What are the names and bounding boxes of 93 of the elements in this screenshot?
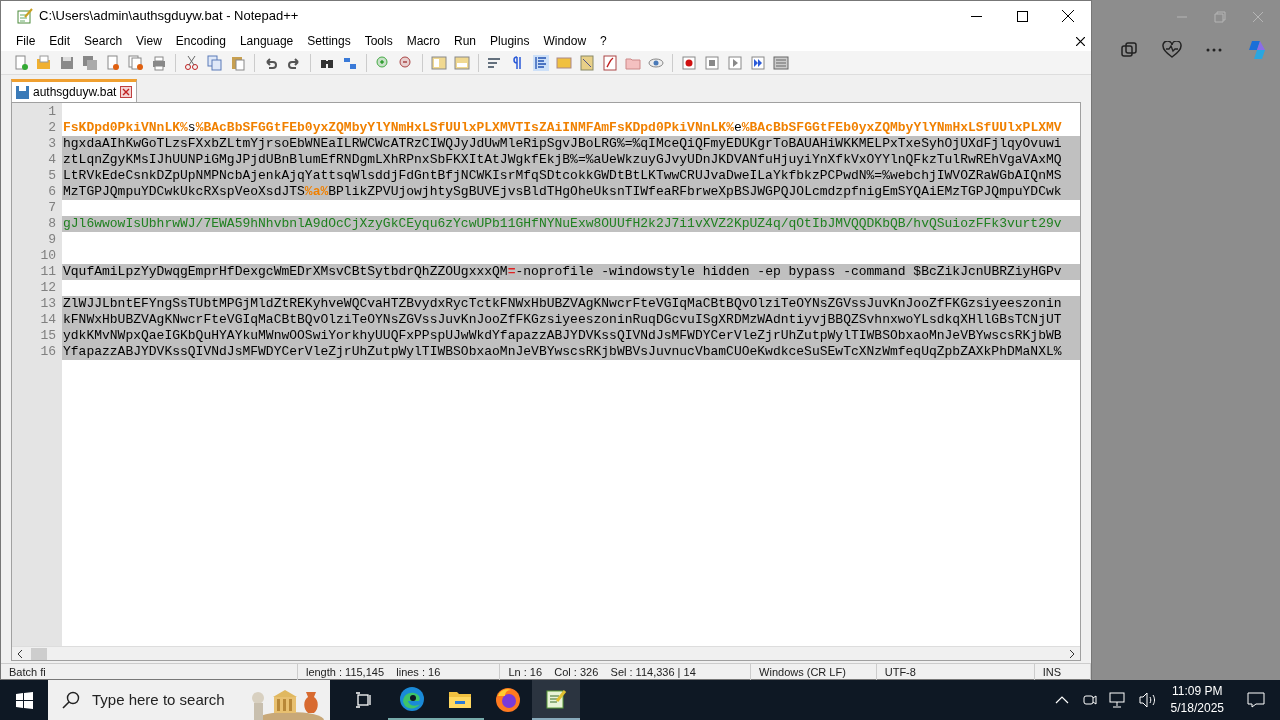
code-line: ZlWJJLbntEFYngSsTUbtMPGjMldZtREKyhveWQCvaHTZBvydxRycTctkFNWxHbUBZVAgKNwcrFteVGIqMaCBtBQvOlziTeOYNsZGVssJuvKnJooZfFKGzsiyeeszonin — [63, 296, 1062, 311]
line-number: 2 — [47, 120, 57, 136]
line-number: 14 — [39, 312, 57, 328]
maximize-icon[interactable] — [1016, 10, 1028, 22]
menu-item[interactable]: Edit — [42, 32, 78, 50]
line-number: 3 — [47, 136, 57, 152]
stop-icon[interactable] — [704, 54, 720, 71]
more-icon[interactable] — [1206, 48, 1222, 52]
status-text: Batch fi — [1, 663, 298, 680]
notification-icon[interactable] — [1247, 692, 1265, 708]
printer-icon[interactable] — [151, 54, 167, 71]
folder-icon[interactable] — [448, 689, 472, 709]
fast-forward-icon[interactable] — [750, 54, 766, 71]
code-line: ztLqnZgyKMsIJhUUNPiGMgJPjdUBnBlumEfRNDgmLXhRPnxSbFKXItAtJWgkfEkjB%=%aUeWkzuyGJvyUDnJKDVANfuHjuyiYnXfkVxOYYlnQFkzTulRwREhVgaVAxMQ — [63, 152, 1062, 167]
search-field[interactable]: Type here to search — [48, 680, 330, 720]
indent-guide-icon[interactable] — [533, 54, 549, 71]
line-number: 1 — [47, 104, 57, 120]
paste-icon[interactable] — [230, 54, 246, 71]
chevron-up-icon[interactable] — [1054, 696, 1069, 704]
new-file-icon[interactable] — [13, 54, 29, 71]
edge-icon[interactable] — [399, 686, 425, 712]
code-line: VqufAmiLpzYyDwqgEmprHfDexgcWmEDrXMsvCBtSytbdrQhZZOUgxxxQM=-noprofile -windowstyle hidden -ep bypass -command $BcZikJcnUBRZiyHGPv — [63, 264, 1062, 279]
play-icon[interactable] — [727, 54, 743, 71]
line-number: 9 — [47, 232, 57, 248]
close-file-icon[interactable] — [105, 54, 121, 71]
status-text: INS — [1034, 663, 1091, 680]
status-text: length : 115,145 lines : 16 — [297, 663, 501, 680]
menu-item[interactable]: ? — [593, 32, 614, 50]
file-tab[interactable]: authsgduyw.bat — [11, 79, 138, 102]
zoom-out-icon[interactable] — [398, 54, 414, 71]
heart-pulse-icon[interactable] — [1162, 41, 1182, 59]
code-line: MzTGPJQmpuYDCwkUkcRXspVeoXsdJTS%a%BPlikZPVUjowjhtySgBUVEjvsBldTHgOheUksnTIWfeaRFbrweXpBSJWGPQJOLcmdzpfnigEmSYQAiEMzTGPJQmpuYDCwk — [63, 184, 1062, 199]
code-line: YfapazzABJYDVKssQIVNdJsMFWDYCerVleZjrUhZutpWylTIWBSObxaoMnJeVBYwscsRKjbWBVsJuvnucVbamCUOeKwdkceSuSEwTcXNzWmfeqUqZpbZAXkPhDMaNXL% — [63, 344, 1062, 359]
scroll-left-icon[interactable] — [16, 649, 24, 658]
record-icon[interactable] — [681, 54, 697, 71]
code-line: kFNWxHbUBZVAgKNwcrFteVGIqMaCBtBQvOlziTeOYNsZGVssJuvKnJooZfFKGzsiyeeszoninRuqDGcvuISgXRDMzWAdntiyvjBBQZSvhnxwoYLsdkqXHllGBsTCNjUT — [63, 312, 1062, 327]
line-number: 12 — [39, 280, 57, 296]
close-icon[interactable] — [120, 86, 133, 98]
menu-item[interactable]: Language — [232, 32, 301, 50]
save-macro-icon[interactable] — [773, 54, 789, 71]
menu-item[interactable]: Search — [77, 32, 130, 50]
copy-icon[interactable] — [207, 54, 223, 71]
window-title: C:\Users\admin\authsgduyw.bat - Notepad++ — [39, 7, 299, 26]
code-line: gJl6wwowIsUbhrwWJ/7EWA59hNhvbnlA9dOcCjXzyGkCEyqu6zYcwUPb11GHfNYNuExw8OUUfH2k2J7i1vXVZ2KpUZ4q/qOtIbJMVQQDKbQB/hvQSuiozFFk3vurt29v — [63, 216, 1062, 231]
line-number: 5 — [47, 168, 57, 184]
clock-time[interactable]: 11:09 PM — [1172, 683, 1223, 700]
windows-logo-icon[interactable] — [15, 691, 33, 709]
line-number: 10 — [39, 248, 57, 264]
line-number: 7 — [47, 200, 57, 216]
line-number: 13 — [39, 296, 57, 312]
status-text: UTF-8 — [876, 663, 1035, 680]
network-icon[interactable] — [1108, 692, 1127, 708]
menu-item[interactable]: File — [9, 32, 43, 50]
menu-item[interactable]: Macro — [399, 32, 447, 50]
line-number: 15 — [39, 328, 57, 344]
scroll-right-icon[interactable] — [1068, 649, 1076, 658]
menu-item[interactable]: Run — [447, 32, 484, 50]
camera-icon[interactable] — [1082, 692, 1097, 708]
line-number: 11 — [39, 264, 57, 280]
menu-item[interactable]: View — [129, 32, 169, 50]
line-number: 4 — [47, 152, 57, 168]
code-line: ydkKMvNWpxQaeIGKbQuHYAYkuMWnwOOSwiYorkhyUUQFxPPspUJwWkdYfapazzABJYDVKssQIVNdJsMFWDYCerVleZjrUhZutpWylTIWBSObxaoMnJeVBYwscsRKjbWB — [63, 328, 1062, 343]
save-icon[interactable] — [59, 54, 75, 71]
code-line: hgxdaAIhKwGoTLzsFXxbZLtmYjrsoEbWNEaILRWCWcATRzCIWQJyJdUwMleRipSgvJBoLRG%=%qIMceQiQFmyEDUKgrToBAUAHiWKKMELPxTxeSyhOjUXdFjlqyOvuwi — [63, 136, 1062, 151]
document-map-icon[interactable] — [579, 54, 595, 71]
line-number: 6 — [47, 184, 57, 200]
menu-item[interactable]: Tools — [357, 32, 400, 50]
code-line: FsKDpd0PkiVNnLK%s%BAcBbSFGGtFEb0yxZQMbyYlYNmHxLSfUUlxPLXMVTIsZAiINMFAmFsKDpd0PkiVNnLK%e%BAcBbSFGGtFEb0yxZQMbyYlYNmHxLSfUUlxPLXMV — [63, 120, 1062, 135]
collections-icon[interactable] — [1120, 41, 1138, 59]
line-number: 8 — [47, 216, 57, 232]
line-number: 16 — [39, 344, 57, 360]
menu-item[interactable]: Encoding — [168, 32, 233, 50]
firefox-icon[interactable] — [495, 687, 521, 713]
save-all-icon[interactable] — [82, 54, 98, 71]
close-icon[interactable] — [1076, 36, 1085, 46]
notepad-icon — [17, 8, 33, 24]
scissors-icon[interactable] — [184, 54, 200, 71]
volume-icon[interactable] — [1138, 692, 1157, 708]
search-icon — [62, 691, 80, 709]
task-view-icon[interactable] — [355, 692, 373, 708]
code-line: LtRVkEdeCsnkDZpUpNMPNcbAjenkAjqYattsqWlsddjFdGntBfjNCWKIsrMfqSDtcokkGWDtBtLKTwwCRUJvaDweILaYkfbkzPCPwdN%=%webchjIWVOZRaWGbAIQnMS — [63, 168, 1062, 183]
scroll-thumb[interactable] — [31, 647, 47, 660]
function-list-icon[interactable] — [602, 54, 618, 71]
notepad-icon[interactable] — [545, 688, 567, 710]
menu-item[interactable]: Window — [536, 32, 594, 50]
close-icon[interactable] — [1062, 10, 1074, 22]
status-text: Windows (CR LF) — [751, 663, 877, 680]
horizontal-scrollbar[interactable] — [12, 646, 1080, 660]
close-all-icon[interactable] — [128, 54, 144, 71]
clock-date[interactable]: 5/18/2025 — [1170, 700, 1224, 717]
status-text: Ln : 16 Col : 326 Sel : 114,336 | 14 — [500, 663, 752, 680]
menu-item[interactable]: Settings — [300, 32, 358, 50]
menu-item[interactable]: Plugins — [483, 32, 537, 50]
